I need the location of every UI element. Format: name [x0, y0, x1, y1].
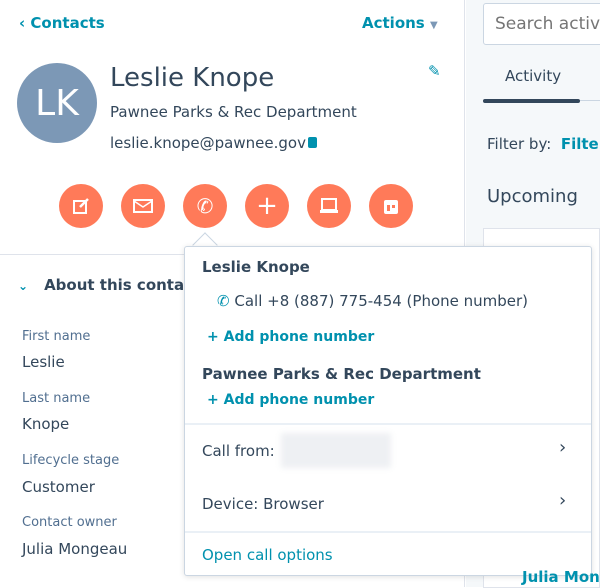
email-button[interactable] [121, 184, 165, 228]
chevron-down-icon: ⌄ [18, 279, 29, 293]
field-label: Lifecycle stage [22, 453, 120, 468]
call-button[interactable]: ✆ [183, 184, 227, 228]
field-label: First name [22, 329, 91, 344]
chevron-left-icon: ‹ [19, 14, 31, 32]
popover-contact-name: Leslie Knope [202, 258, 310, 276]
upcoming-heading: Upcoming [487, 186, 578, 207]
field-value[interactable]: Julia Mongeau [22, 540, 127, 558]
chevron-right-icon: › [559, 437, 567, 458]
chevron-right-icon: › [559, 490, 567, 511]
phone-icon: ✆ [217, 292, 230, 310]
task-button[interactable] [307, 184, 351, 228]
add-phone-number-link[interactable]: + Add phone number [207, 329, 374, 345]
contact-name: Leslie Knope [110, 63, 275, 93]
divider [185, 531, 591, 533]
meeting-button[interactable] [369, 184, 413, 228]
add-button[interactable]: + [245, 184, 289, 228]
field-value[interactable]: Customer [22, 478, 95, 496]
filter-link[interactable]: Filter [561, 135, 600, 153]
calendar-icon [384, 200, 398, 214]
company-name: Pawnee Parks & Rec Department [110, 103, 357, 121]
back-to-contacts-link[interactable]: ‹ Contacts [19, 14, 105, 32]
divider [185, 423, 591, 425]
about-section-toggle[interactable]: ⌄ About this contact [18, 276, 200, 294]
note-button[interactable] [59, 184, 103, 228]
edit-pencil-icon[interactable]: ✎ [428, 62, 441, 80]
phone-icon: ✆ [196, 194, 214, 218]
field-value[interactable]: Leslie [22, 353, 65, 371]
call-popover: Leslie Knope ✆ Call +8 (887) 775-454 (Ph… [184, 246, 592, 576]
blurred-number [281, 433, 391, 468]
plus-icon: + [256, 191, 278, 221]
owner-link[interactable]: Julia Mong [522, 569, 600, 586]
add-company-phone-link[interactable]: + Add phone number [207, 392, 374, 408]
active-tab-indicator [483, 99, 580, 103]
field-label: Contact owner [22, 515, 117, 530]
device-row[interactable]: Device: Browser › [185, 487, 591, 523]
copy-icon[interactable] [308, 137, 317, 148]
caret-down-icon: ▼ [429, 20, 438, 31]
field-value[interactable]: Knope [22, 415, 69, 433]
search-activity-input[interactable] [483, 3, 600, 45]
contact-email: leslie.knope@pawnee.gov [110, 134, 306, 152]
note-icon [73, 198, 89, 214]
actions-dropdown[interactable]: Actions ▼ [362, 14, 438, 32]
call-from-row[interactable]: Call from: › [185, 433, 591, 473]
tab-activity[interactable]: Activity [505, 67, 561, 85]
call-phone-option[interactable]: ✆ Call +8 (887) 775-454 (Phone number) [217, 292, 528, 310]
email-icon [133, 199, 153, 213]
popover-company-name: Pawnee Parks & Rec Department [202, 365, 481, 383]
task-icon [320, 198, 338, 213]
avatar: LK [17, 63, 97, 143]
filter-bar: Filter by: Filter [487, 135, 600, 153]
open-call-options-link[interactable]: Open call options [202, 546, 333, 564]
field-label: Last name [22, 391, 91, 406]
